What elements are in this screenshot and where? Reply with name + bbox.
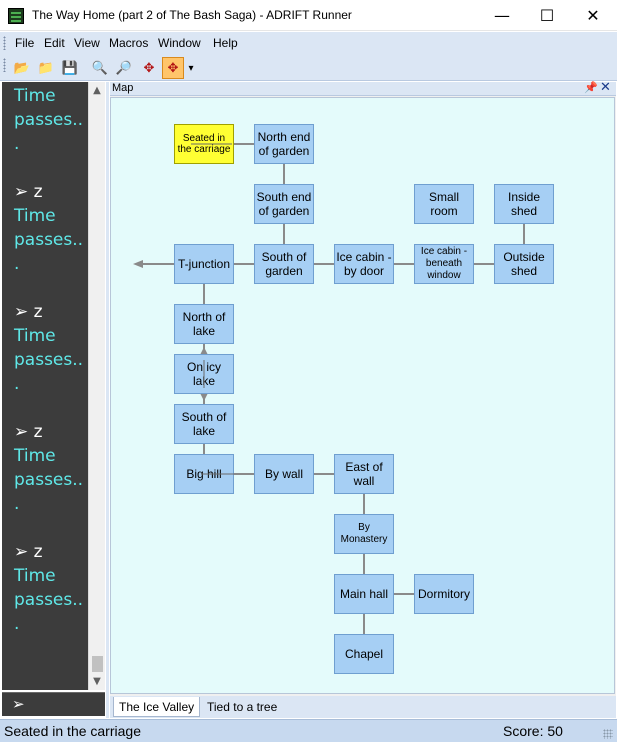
output-line: .: [14, 134, 20, 154]
toolbar-overflow-icon[interactable]: ▾: [185, 57, 197, 79]
title-bar: The Way Home (part 2 of The Bash Saga) -…: [0, 0, 617, 31]
menu-file[interactable]: File: [15, 36, 34, 50]
room-ice-cabin-by-door[interactable]: Ice cabin - by door: [334, 244, 394, 284]
output-line: .: [14, 614, 20, 634]
zoom-out-icon[interactable]: 🔎: [113, 57, 135, 79]
tab-the-ice-valley[interactable]: The Ice Valley: [113, 697, 201, 717]
pane-splitter[interactable]: [106, 82, 109, 718]
save-icon[interactable]: 💾: [59, 57, 81, 79]
output-line: Time: [14, 86, 56, 106]
room-main-hall[interactable]: Main hall: [334, 574, 394, 614]
prompt-icon: ➢: [12, 695, 25, 713]
output-line: .: [14, 494, 20, 514]
output-line: passes..: [14, 230, 84, 250]
scroll-down-icon[interactable]: ▼: [89, 673, 105, 690]
output-line: Time: [14, 446, 56, 466]
map-panel: Map 📌 ✕ Seated in the carriage North end…: [110, 80, 616, 718]
command-echo: ➢ z: [14, 542, 43, 562]
map-fit-icon[interactable]: ✥: [138, 57, 160, 79]
room-dormitory[interactable]: Dormitory: [414, 574, 474, 614]
room-small-room[interactable]: Small room: [414, 184, 474, 224]
zoom-in-icon[interactable]: 🔍: [89, 57, 111, 79]
output-line: .: [14, 374, 20, 394]
room-east-of-wall[interactable]: East of wall: [334, 454, 394, 494]
output-line: passes..: [14, 350, 84, 370]
menu-bar: File Edit View Macros Window Help: [0, 32, 617, 54]
command-input[interactable]: ➢: [2, 692, 105, 716]
toolbar: 📂 📁 💾 🔍 🔎 ✥ ✥ ▾: [0, 54, 617, 81]
open-folder-icon[interactable]: 📂: [11, 57, 33, 79]
room-ice-cabin-beneath-window[interactable]: Ice cabin - beneath window: [414, 244, 474, 284]
output-line: .: [14, 254, 20, 274]
command-echo: ➢ z: [14, 302, 43, 322]
room-on-icy-lake[interactable]: On icy lake: [174, 354, 234, 394]
lake-arrow-down: [200, 393, 208, 401]
room-north-of-lake[interactable]: North of lake: [174, 304, 234, 344]
map-panel-title: Map: [112, 82, 134, 94]
menu-help[interactable]: Help: [213, 36, 238, 50]
room-t-junction[interactable]: T-junction: [174, 244, 234, 284]
status-location: Seated in the carriage: [4, 723, 141, 739]
scroll-thumb[interactable]: [92, 656, 103, 672]
menu-edit[interactable]: Edit: [44, 36, 65, 50]
map-canvas[interactable]: Seated in the carriage North end of gard…: [110, 97, 615, 694]
room-south-of-lake[interactable]: South of lake: [174, 404, 234, 444]
toolbar-grip: [3, 58, 6, 72]
open-file-icon[interactable]: 📁: [35, 57, 57, 79]
minimize-button[interactable]: —: [479, 0, 525, 31]
west-exit-arrowhead: [133, 260, 143, 268]
output-line: passes..: [14, 110, 84, 130]
map-header: Map 📌 ✕: [110, 80, 616, 96]
output-line: Time: [14, 566, 56, 586]
room-big-hill[interactable]: Big hill: [174, 454, 234, 494]
status-score: Score: 50: [503, 723, 563, 739]
status-bar: Seated in the carriage Score: 50: [0, 719, 617, 742]
menu-macros[interactable]: Macros: [109, 36, 148, 50]
output-scrollbar[interactable]: ▲ ▼: [88, 82, 105, 690]
room-by-wall[interactable]: By wall: [254, 454, 314, 494]
room-outside-shed[interactable]: Outside shed: [494, 244, 554, 284]
command-echo: ➢ z: [14, 422, 43, 442]
room-inside-shed[interactable]: Inside shed: [494, 184, 554, 224]
menu-window[interactable]: Window: [158, 36, 201, 50]
output-line: Time: [14, 326, 56, 346]
close-button[interactable]: ✕: [570, 0, 616, 31]
app-icon: [8, 8, 24, 24]
tab-tied-to-a-tree[interactable]: Tied to a tree: [202, 697, 282, 717]
menu-view[interactable]: View: [74, 36, 100, 50]
room-seated-in-carriage[interactable]: Seated in the carriage: [174, 124, 234, 164]
room-south-of-garden[interactable]: South of garden: [254, 244, 314, 284]
scroll-up-icon[interactable]: ▲: [89, 82, 105, 99]
map-close-icon[interactable]: ✕: [600, 80, 611, 95]
pin-icon[interactable]: 📌: [584, 81, 598, 94]
output-line: Time: [14, 206, 56, 226]
resize-grip[interactable]: [603, 729, 613, 739]
maximize-button[interactable]: ☐: [524, 0, 570, 31]
output-text: Time passes... ➢ z Time passes... ➢ z Time pass…: [14, 84, 88, 636]
output-line: passes..: [14, 590, 84, 610]
output-line: passes..: [14, 470, 84, 490]
menu-grip: [3, 36, 6, 50]
map-center-icon[interactable]: ✥: [162, 57, 184, 79]
room-north-end-of-garden[interactable]: North end of garden: [254, 124, 314, 164]
room-south-end-of-garden[interactable]: South end of garden: [254, 184, 314, 224]
command-echo: ➢ z: [14, 182, 43, 202]
room-chapel[interactable]: Chapel: [334, 634, 394, 674]
room-by-monastery[interactable]: By Monastery: [334, 514, 394, 554]
window-title: The Way Home (part 2 of The Bash Saga) -…: [32, 8, 352, 22]
map-tabs: The Ice Valley Tied to a tree: [110, 696, 616, 718]
